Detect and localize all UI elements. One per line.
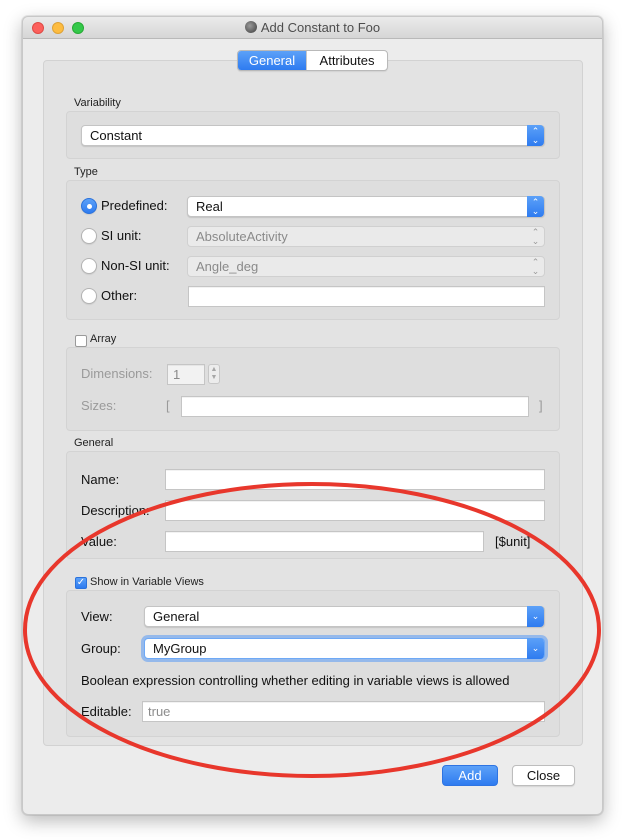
sizes-label: Sizes: [81, 398, 117, 413]
sizes-close-bracket: ] [539, 398, 543, 413]
predefined-label: Predefined: [101, 198, 168, 213]
name-label: Name: [81, 472, 120, 487]
variability-value: Constant [90, 128, 143, 143]
description-label: Description: [81, 503, 150, 518]
non-si-unit-value: Angle_deg [196, 259, 259, 274]
other-label: Other: [101, 288, 138, 303]
si-unit-label: SI unit: [101, 228, 142, 243]
unit-hint: [$unit] [495, 534, 531, 549]
editable-input[interactable]: true [142, 701, 545, 722]
non-si-unit-radio[interactable] [81, 258, 97, 274]
group-value: MyGroup [153, 641, 207, 656]
type-group-label: Type [74, 166, 98, 178]
name-input[interactable] [165, 469, 545, 490]
popup-arrows-icon: ⌃ ⌄ [527, 125, 544, 146]
variability-popup[interactable]: Constant ⌃ ⌄ [81, 125, 545, 146]
array-box: Dimensions: 1 ▲ ▼ Sizes: [ ] [66, 347, 560, 431]
chevron-down-icon: ⌄ [527, 606, 544, 627]
predefined-radio[interactable] [81, 198, 97, 214]
variability-group-label: Variability [74, 97, 121, 109]
non-si-unit-label: Non-SI unit: [101, 258, 170, 273]
tab-general[interactable]: General [238, 51, 306, 70]
other-radio[interactable] [81, 288, 97, 304]
si-unit-popup[interactable]: AbsoluteActivity ⌃ ⌄ [187, 226, 545, 247]
other-type-input[interactable] [188, 286, 545, 307]
value-input[interactable] [165, 531, 484, 552]
type-box: Predefined: Real ⌃ ⌄ SI unit: AbsoluteAct… [66, 180, 560, 320]
description-input[interactable] [165, 500, 545, 521]
app-icon [244, 21, 257, 33]
view-value: General [153, 609, 200, 624]
window-title-wrap: Add Constant to Foo [23, 20, 602, 35]
view-label: View: [81, 609, 113, 624]
si-unit-radio[interactable] [81, 228, 97, 244]
array-checkbox[interactable] [75, 335, 87, 347]
array-group-label: Array [90, 333, 117, 345]
popup-arrows-icon: ⌃ ⌄ [531, 227, 540, 246]
predefined-popup[interactable]: Real ⌃ ⌄ [187, 196, 545, 217]
variable-views-group-label: Show in Variable Views [90, 576, 204, 588]
editable-description: Boolean expression controlling whether e… [81, 673, 510, 688]
variable-views-box: View: General ⌄ Group: MyGroup ⌄ Boolean… [66, 590, 560, 737]
general-group-label: General [74, 437, 114, 449]
close-button[interactable]: Close [512, 765, 575, 786]
non-si-unit-popup[interactable]: Angle_deg ⌃ ⌄ [187, 256, 545, 277]
variability-box: Constant ⌃ ⌄ [66, 111, 560, 159]
title-bar: Add Constant to Foo [23, 17, 602, 39]
si-unit-value: AbsoluteActivity [196, 229, 288, 244]
group-label: Group: [81, 641, 121, 656]
dialog-window: Add Constant to Foo General Attributes V… [22, 16, 603, 815]
dimensions-label: Dimensions: [81, 366, 153, 381]
tab-attributes[interactable]: Attributes [306, 51, 387, 70]
tab-content-panel: Variability Constant ⌃ ⌄ Type Predefined:… [43, 60, 583, 746]
general-box: Name: Description: Value: [$unit] [66, 451, 560, 559]
window-title: Add Constant to Foo [260, 20, 381, 35]
tab-segmented-control: General Attributes [237, 50, 388, 71]
show-in-variable-views-checkbox[interactable]: ✓ [75, 577, 87, 589]
popup-arrows-icon: ⌃ ⌄ [527, 196, 544, 217]
value-label: Value: [81, 534, 117, 549]
predefined-value: Real [196, 199, 223, 214]
dimensions-stepper[interactable]: ▲ ▼ [208, 364, 220, 384]
editable-label: Editable: [81, 704, 132, 719]
sizes-open-bracket: [ [166, 398, 170, 413]
chevron-down-icon: ⌄ [527, 638, 544, 659]
group-combo[interactable]: MyGroup ⌄ [144, 638, 545, 659]
dimensions-input[interactable]: 1 [167, 364, 205, 385]
popup-arrows-icon: ⌃ ⌄ [531, 257, 540, 276]
view-popup[interactable]: General ⌄ [144, 606, 545, 627]
sizes-input[interactable] [181, 396, 529, 417]
add-button[interactable]: Add [442, 765, 498, 786]
